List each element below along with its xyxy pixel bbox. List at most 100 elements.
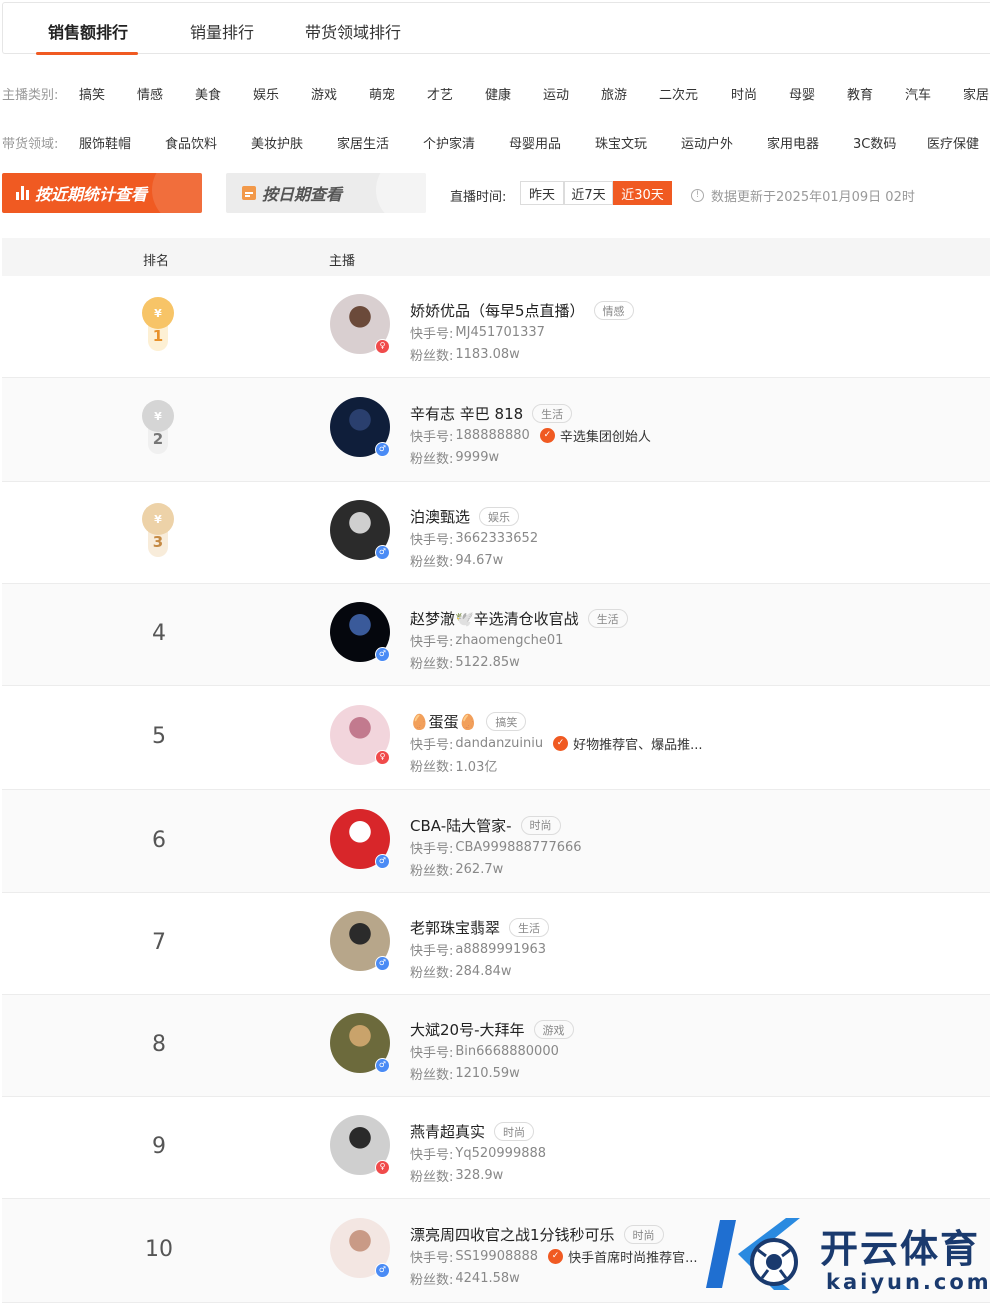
male-icon: ♂ xyxy=(375,647,390,662)
id-label: 快手号: xyxy=(410,1251,454,1266)
money-bag-icon: ¥ xyxy=(142,400,174,432)
by-date-button[interactable]: 按日期查看 xyxy=(226,173,426,213)
streamer-name-line: 漂亮周四收官之战1分钱秒可乐 时尚 xyxy=(410,1224,664,1245)
domain-item[interactable]: 食品饮料 xyxy=(165,133,217,152)
streamer-name[interactable]: 🥚蛋蛋🥚 xyxy=(410,711,477,732)
domain-item[interactable]: 美妆护肤 xyxy=(251,133,303,152)
update-info: ! 数据更新于2025年01月09日 02时 xyxy=(691,186,915,205)
streamer-name[interactable]: 辛有志 辛巴 818 xyxy=(410,403,523,424)
update-info-text: 数据更新于2025年01月09日 02时 xyxy=(711,190,915,205)
category-item[interactable]: 旅游 xyxy=(601,84,627,103)
domain-item[interactable]: 3C数码 xyxy=(853,133,896,152)
table-row[interactable]: 3 ¥ ♂ 泊澳甄选 娱乐 快手号: 3662333652 粉丝数: 94.67w xyxy=(2,482,990,584)
fans-label: 粉丝数: xyxy=(410,966,454,981)
domain-item[interactable]: 珠宝文玩 xyxy=(595,133,647,152)
domain-item[interactable]: 服饰鞋帽 xyxy=(79,133,131,152)
streamer-name-line: 大斌20号-大拜年 游戏 xyxy=(410,1019,574,1040)
domain-item[interactable]: 医疗保健 xyxy=(927,133,979,152)
streamer-name-line: 燕青超真实 时尚 xyxy=(410,1121,535,1142)
fans-label: 粉丝数: xyxy=(410,760,454,775)
female-icon: ♀ xyxy=(375,339,390,354)
streamer-name[interactable]: CBA-陆大管家- xyxy=(410,815,512,836)
fans-count: 4241.58w xyxy=(455,1271,520,1286)
id-label: 快手号: xyxy=(410,738,454,753)
id-label: 快手号: xyxy=(410,944,454,959)
category-item[interactable]: 娱乐 xyxy=(253,84,279,103)
streamer-id-line: 快手号: 188888880 ✓ 辛选集团创始人 xyxy=(410,426,651,445)
streamer-id: MJ451701337 xyxy=(455,325,545,340)
fans-label: 粉丝数: xyxy=(410,1170,454,1185)
category-item[interactable]: 母婴 xyxy=(789,84,815,103)
fans-count: 5122.85w xyxy=(455,655,520,670)
column-rank: 排名 xyxy=(143,254,170,269)
male-icon: ♂ xyxy=(375,853,390,869)
fans-count: 1183.08w xyxy=(455,347,520,362)
live-time-30days[interactable]: 近30天 xyxy=(613,181,672,205)
category-item[interactable]: 情感 xyxy=(137,84,163,103)
domain-item[interactable]: 运动户外 xyxy=(681,133,733,152)
tab-sales-amount[interactable]: 销售额排行 xyxy=(47,19,129,55)
streamer-id: 188888880 xyxy=(455,428,530,443)
category-item[interactable]: 二次元 xyxy=(659,84,698,103)
streamer-name[interactable]: 燕青超真实 xyxy=(410,1121,485,1142)
table-row[interactable]: 7 ♂ 老郭珠宝翡翠 生活 快手号: a8889991963 粉丝数: 284.84w xyxy=(2,893,990,995)
fans-label: 粉丝数: xyxy=(410,555,454,570)
id-label: 快手号: xyxy=(410,327,454,342)
rank-number: 8 xyxy=(152,1032,166,1057)
live-time-label: 直播时间: xyxy=(450,190,507,205)
verified-title: 好物推荐官、爆品推... xyxy=(573,738,703,753)
streamer-name[interactable]: 赵梦澈🕊️辛选清仓收官战 xyxy=(410,608,579,629)
table-row[interactable]: 6 ♂ CBA-陆大管家- 时尚 快手号: CBA999888777666 粉丝数: 262.… xyxy=(2,790,990,893)
category-item[interactable]: 美食 xyxy=(195,84,221,103)
category-item[interactable]: 汽车 xyxy=(905,84,931,103)
recent-stats-button[interactable]: 按近期统计查看 xyxy=(2,173,202,213)
female-icon: ♀ xyxy=(375,1160,390,1175)
live-time-yesterday[interactable]: 昨天 xyxy=(520,181,564,205)
streamer-id-line: 快手号: Bin6668880000 xyxy=(410,1042,559,1061)
category-item[interactable]: 教育 xyxy=(847,84,873,103)
streamer-name[interactable]: 娇娇优品（每早5点直播） xyxy=(410,300,585,321)
category-item[interactable]: 萌宠 xyxy=(369,84,395,103)
category-item[interactable]: 时尚 xyxy=(731,84,757,103)
domain-item[interactable]: 母婴用品 xyxy=(509,133,561,152)
streamer-name-line: 娇娇优品（每早5点直播） 情感 xyxy=(410,300,634,321)
fans-label: 粉丝数: xyxy=(410,1273,454,1288)
watermark-text-cn: 开云体育 xyxy=(820,1227,981,1271)
category-item[interactable]: 游戏 xyxy=(311,84,337,103)
streamer-name[interactable]: 老郭珠宝翡翠 xyxy=(410,917,500,938)
kaiyun-watermark: 开云体育 kaiyun.com xyxy=(700,1210,990,1300)
streamer-name-line: 赵梦澈🕊️辛选清仓收官战 生活 xyxy=(410,608,628,629)
tab-domain-ranking[interactable]: 带货领域排行 xyxy=(303,19,403,55)
female-icon: ♀ xyxy=(375,750,390,765)
streamer-id: a8889991963 xyxy=(455,942,547,957)
streamer-name[interactable]: 漂亮周四收官之战1分钱秒可乐 xyxy=(410,1224,615,1245)
streamer-name[interactable]: 泊澳甄选 xyxy=(410,506,470,527)
table-row[interactable]: 8 ♂ 大斌20号-大拜年 游戏 快手号: Bin6668880000 粉丝数: 1210.5… xyxy=(2,995,990,1097)
domain-item[interactable]: 家用电器 xyxy=(767,133,819,152)
table-row[interactable]: 4 ♂ 赵梦澈🕊️辛选清仓收官战 生活 快手号: zhaomengche01 粉丝数: 512… xyxy=(2,584,990,686)
streamer-id-line: 快手号: 3662333652 xyxy=(410,529,538,548)
live-time-7days[interactable]: 近7天 xyxy=(564,181,613,205)
table-row[interactable]: 5 ♀ 🥚蛋蛋🥚 搞笑 快手号: dandanzuiniu ✓ 好物推荐官、爆品推... 粉丝数… xyxy=(2,686,990,790)
category-item[interactable]: 家居 xyxy=(963,84,989,103)
category-item[interactable]: 才艺 xyxy=(427,84,453,103)
id-label: 快手号: xyxy=(410,430,454,445)
category-item[interactable]: 运动 xyxy=(543,84,569,103)
table-row[interactable]: 2 ¥ ♂ 辛有志 辛巴 818 生活 快手号: 188888880 ✓ 辛选集团创始人 粉丝数:… xyxy=(2,378,990,482)
column-streamer: 主播 xyxy=(329,254,356,269)
rank-number: 7 xyxy=(152,930,166,955)
domain-item[interactable]: 家居生活 xyxy=(337,133,389,152)
streamer-name[interactable]: 大斌20号-大拜年 xyxy=(410,1019,525,1040)
fans-count: 262.7w xyxy=(455,861,504,877)
tab-sales-volume[interactable]: 销量排行 xyxy=(187,19,257,55)
table-row[interactable]: 1 ¥ ♀ 娇娇优品（每早5点直播） 情感 快手号: MJ451701337 粉丝数: 1183… xyxy=(2,276,990,378)
rank-number: 9 xyxy=(152,1134,166,1159)
verified-badge: ✓ 快手首席时尚推荐官... xyxy=(548,1247,697,1266)
fans-line: 粉丝数: 4241.58w xyxy=(410,1269,520,1288)
category-item[interactable]: 搞笑 xyxy=(79,84,105,103)
category-tag: 时尚 xyxy=(520,815,561,835)
category-tag: 娱乐 xyxy=(479,507,520,526)
category-item[interactable]: 健康 xyxy=(485,84,511,103)
domain-item[interactable]: 个护家清 xyxy=(423,133,475,152)
table-row[interactable]: 9 ♀ 燕青超真实 时尚 快手号: Yq520999888 粉丝数: 328.9w xyxy=(2,1097,990,1199)
